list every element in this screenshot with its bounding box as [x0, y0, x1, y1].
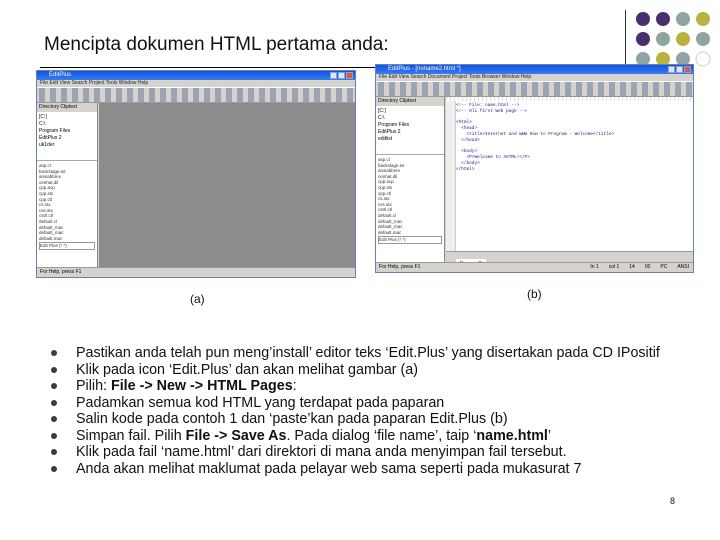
tree-item[interactable]: Program Files — [378, 122, 442, 129]
status-field: 00 — [644, 264, 651, 270]
folder-tree[interactable]: [C:] C:\ Program Files EditPlus 2 editli… — [376, 106, 444, 155]
status-field: PC — [660, 264, 668, 270]
menu-bar[interactable]: File Edit View Search Document Project T… — [376, 74, 693, 81]
drive-select[interactable]: [C:] — [39, 114, 95, 121]
status-field: col 1 — [608, 264, 620, 270]
list-item: Klik pada fail ‘name.html’ dari direktor… — [48, 444, 688, 461]
drive-select[interactable]: [C:] — [378, 108, 442, 115]
dot — [656, 32, 670, 46]
folder-tree[interactable]: [C:] C:\ Program Files EditPlus 2 uk1der — [37, 112, 97, 161]
editor-ruler — [446, 97, 693, 101]
status-text: For Help, press F1 — [379, 264, 421, 270]
list-item: Padamkan semua kod HTML yang terdapat pa… — [48, 395, 688, 412]
tree-item[interactable]: uk1der — [39, 142, 95, 149]
dot — [676, 32, 690, 46]
dot — [695, 51, 711, 67]
file-item[interactable]: default.mac — [39, 236, 95, 242]
maximize-icon[interactable] — [338, 72, 345, 79]
file-list[interactable]: asp.cl backstage.txt ansiabbrev cenhat.d… — [376, 155, 444, 246]
tree-item[interactable]: C:\ — [39, 121, 95, 128]
maximize-icon[interactable] — [676, 66, 683, 73]
dot — [696, 12, 710, 26]
tree-item[interactable]: C:\ — [378, 115, 442, 122]
list-item: Salin kode pada contoh 1 dan ‘paste’kan … — [48, 411, 688, 428]
status-field: In 1 — [590, 264, 599, 270]
tree-item[interactable]: editlist — [378, 136, 442, 143]
tree-item[interactable]: Program Files — [39, 128, 95, 135]
close-icon[interactable] — [346, 72, 353, 79]
dot — [656, 12, 670, 26]
window-controls — [330, 72, 353, 79]
dot — [636, 12, 650, 26]
status-bar: For Help, press F1 In 1 col 1 14 00 PC A… — [376, 262, 693, 272]
window-title: EditPlus — [49, 72, 72, 78]
list-item: Pastikan anda telah pun meng’install’ ed… — [48, 345, 688, 362]
caption-a: (a) — [190, 292, 205, 306]
status-fields: In 1 col 1 14 00 PC ANSI — [590, 263, 689, 272]
list-item: Anda akan melihat maklumat pada pelayar … — [48, 461, 688, 478]
title-bar: EditPlus — [37, 71, 355, 80]
empty-workspace — [99, 103, 355, 267]
tree-item[interactable]: EditPlus 2 — [39, 135, 95, 142]
directory-panel: Directory Cliptext [C:] C:\ Program File… — [376, 97, 445, 262]
editplus-window-b: EditPlus - [noname2.html *] File Edit Vi… — [375, 64, 694, 273]
instruction-list: Pastikan anda telah pun meng’install’ ed… — [48, 345, 688, 477]
dot — [636, 32, 650, 46]
file-filter[interactable]: Edit Plus (*.*) — [378, 236, 442, 244]
dot — [696, 32, 710, 46]
close-icon[interactable] — [684, 66, 691, 73]
dot — [676, 12, 690, 26]
toolbar[interactable] — [37, 87, 355, 103]
list-item: Pilih: File -> New -> HTML Pages: — [48, 378, 688, 395]
caption-b: (b) — [527, 287, 542, 301]
list-item: Simpan fail. Pilih File -> Save As. Pada… — [48, 428, 688, 445]
code-text[interactable]: <!-- File: name.html --> <!-- Oli first … — [456, 103, 614, 173]
tree-item[interactable]: EditPlus 2 — [378, 129, 442, 136]
status-field: ANSI — [677, 264, 689, 270]
code-editor[interactable]: <!-- File: name.html --> <!-- Oli first … — [446, 97, 693, 252]
page-number: 8 — [670, 496, 676, 506]
file-filter[interactable]: Edit Plus (*.*) — [39, 242, 95, 250]
status-bar: For Help, press F1 — [37, 267, 355, 277]
minimize-icon[interactable] — [330, 72, 337, 79]
directory-panel: Directory Cliptext [C:] C:\ Program File… — [37, 103, 98, 267]
list-item: Klik pada icon ‘Edit.Plus’ dan akan meli… — [48, 362, 688, 379]
toolbar[interactable] — [376, 81, 693, 97]
window-title: EditPlus - [noname2.html *] — [388, 66, 461, 72]
file-list[interactable]: asp.cl backstage.txt ansiabbrev cenhat.d… — [37, 161, 97, 252]
minimize-icon[interactable] — [668, 66, 675, 73]
editplus-window-a: EditPlus File Edit View Search Project T… — [36, 70, 356, 278]
menu-bar[interactable]: File Edit View Search Project Tools Wind… — [37, 80, 355, 87]
panel-tabs[interactable]: Directory Cliptext — [376, 97, 444, 106]
document-tab-bar: Noname2 — [446, 251, 693, 269]
dot-grid — [636, 12, 711, 67]
decorative-dots — [636, 12, 711, 67]
window-controls — [668, 66, 691, 73]
file-item[interactable]: default.mac — [378, 230, 442, 236]
line-gutter — [446, 101, 456, 252]
status-field: 14 — [629, 264, 635, 270]
panel-tabs[interactable]: Directory Cliptext — [37, 103, 97, 112]
slide-title: Mencipta dokumen HTML pertama anda: — [44, 34, 389, 55]
title-bar: EditPlus - [noname2.html *] — [376, 65, 693, 74]
